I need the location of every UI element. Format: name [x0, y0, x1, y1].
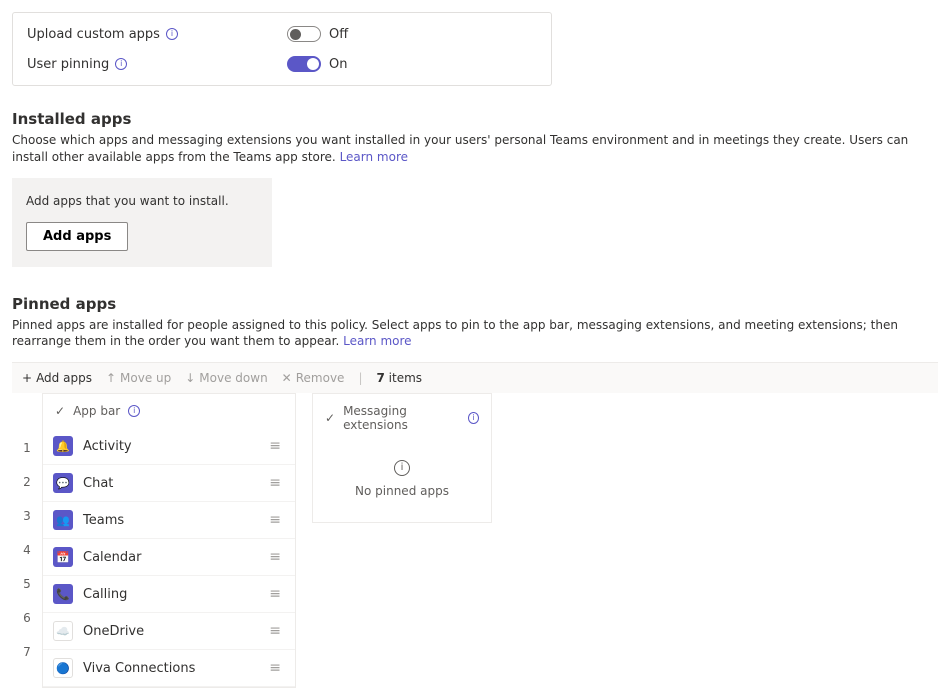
pinned-panels: 1 2 3 4 5 6 7 ✓ App bar i 🔔 Activity ≡ 💬 Cha…: [12, 393, 938, 688]
app-name: Chat: [83, 476, 259, 491]
plus-icon: +: [22, 371, 32, 385]
app-bar-panel: ✓ App bar i 🔔 Activity ≡ 💬 Chat ≡ 👥 Teams ≡ 📅 Cale…: [42, 393, 296, 688]
app-icon: 📅: [53, 547, 73, 567]
app-name: Teams: [83, 513, 259, 528]
add-apps-button[interactable]: Add apps: [26, 222, 128, 251]
drag-handle-icon[interactable]: ≡: [269, 475, 279, 491]
pinning-label: User pinning: [27, 57, 109, 72]
setting-pinning-row: User pinning i On: [27, 49, 537, 79]
pinned-app-row[interactable]: 🔔 Activity ≡: [43, 428, 295, 465]
learn-more-link[interactable]: Learn more: [343, 334, 411, 348]
add-apps-text: Add apps that you want to install.: [26, 194, 258, 208]
pinned-app-row[interactable]: 🔵 Viva Connections ≡: [43, 650, 295, 687]
row-index: 6: [12, 601, 42, 635]
messaging-header: ✓ Messaging extensions i: [313, 394, 491, 442]
toolbar-add-apps[interactable]: + Add apps: [22, 371, 92, 385]
app-name: Activity: [83, 439, 259, 454]
toolbar-separator: |: [358, 371, 362, 385]
toolbar-move-down: ↓ Move down: [185, 371, 267, 385]
app-icon: 🔵: [53, 658, 73, 678]
row-index: 4: [12, 533, 42, 567]
drag-handle-icon[interactable]: ≡: [269, 549, 279, 565]
setting-upload-row: Upload custom apps i Off: [27, 19, 537, 49]
pinned-app-row[interactable]: 📅 Calendar ≡: [43, 539, 295, 576]
settings-card: Upload custom apps i Off User pinning i …: [12, 12, 552, 86]
row-index: 5: [12, 567, 42, 601]
arrow-up-icon: ↑: [106, 371, 116, 385]
learn-more-link[interactable]: Learn more: [340, 150, 408, 164]
upload-label: Upload custom apps: [27, 27, 160, 42]
app-name: Calendar: [83, 550, 259, 565]
row-index: 3: [12, 499, 42, 533]
upload-value: Off: [329, 27, 348, 42]
toolbar-remove: ✕ Remove: [282, 371, 345, 385]
empty-state: i No pinned apps: [313, 442, 491, 522]
pinned-apps-desc: Pinned apps are installed for people ass…: [12, 317, 938, 351]
pinned-toolbar: + Add apps ↑ Move up ↓ Move down ✕ Remov…: [12, 362, 938, 393]
pinned-app-row[interactable]: 💬 Chat ≡: [43, 465, 295, 502]
upload-toggle[interactable]: [287, 26, 321, 42]
info-icon[interactable]: i: [115, 58, 127, 70]
x-icon: ✕: [282, 371, 292, 385]
pinning-toggle[interactable]: [287, 56, 321, 72]
app-name: OneDrive: [83, 624, 259, 639]
app-name: Viva Connections: [83, 661, 259, 676]
app-icon: 👥: [53, 510, 73, 530]
drag-handle-icon[interactable]: ≡: [269, 512, 279, 528]
index-column: 1 2 3 4 5 6 7: [12, 393, 42, 688]
row-index: 1: [12, 431, 42, 465]
pinned-app-row[interactable]: ☁️ OneDrive ≡: [43, 613, 295, 650]
info-icon[interactable]: i: [128, 405, 140, 417]
installed-apps-title: Installed apps: [12, 110, 938, 128]
app-icon: ☁️: [53, 621, 73, 641]
drag-handle-icon[interactable]: ≡: [269, 438, 279, 454]
check-icon: ✓: [55, 404, 65, 418]
empty-text: No pinned apps: [355, 484, 449, 498]
toolbar-count: 7 items: [376, 371, 422, 385]
drag-handle-icon[interactable]: ≡: [269, 660, 279, 676]
pinning-value: On: [329, 57, 347, 72]
arrow-down-icon: ↓: [185, 371, 195, 385]
pinned-app-row[interactable]: 👥 Teams ≡: [43, 502, 295, 539]
pinned-apps-title: Pinned apps: [12, 295, 938, 313]
row-index: 2: [12, 465, 42, 499]
check-icon: ✓: [325, 411, 335, 425]
app-bar-header: ✓ App bar i: [43, 394, 295, 428]
pinned-list: 🔔 Activity ≡ 💬 Chat ≡ 👥 Teams ≡ 📅 Calendar ≡ 📞Callin…: [43, 428, 295, 687]
app-icon: 🔔: [53, 436, 73, 456]
info-icon[interactable]: i: [166, 28, 178, 40]
installed-apps-desc: Choose which apps and messaging extensio…: [12, 132, 938, 166]
toolbar-move-up: ↑ Move up: [106, 371, 171, 385]
add-apps-box: Add apps that you want to install. Add a…: [12, 178, 272, 267]
row-index: 7: [12, 635, 42, 669]
info-icon: i: [394, 460, 410, 476]
app-icon: 📞: [53, 584, 73, 604]
pinned-app-row[interactable]: 📞Calling≡: [43, 576, 295, 613]
messaging-extensions-panel: ✓ Messaging extensions i i No pinned app…: [312, 393, 492, 523]
app-icon: 💬: [53, 473, 73, 493]
drag-handle-icon[interactable]: ≡: [269, 623, 279, 639]
info-icon[interactable]: i: [468, 412, 479, 424]
